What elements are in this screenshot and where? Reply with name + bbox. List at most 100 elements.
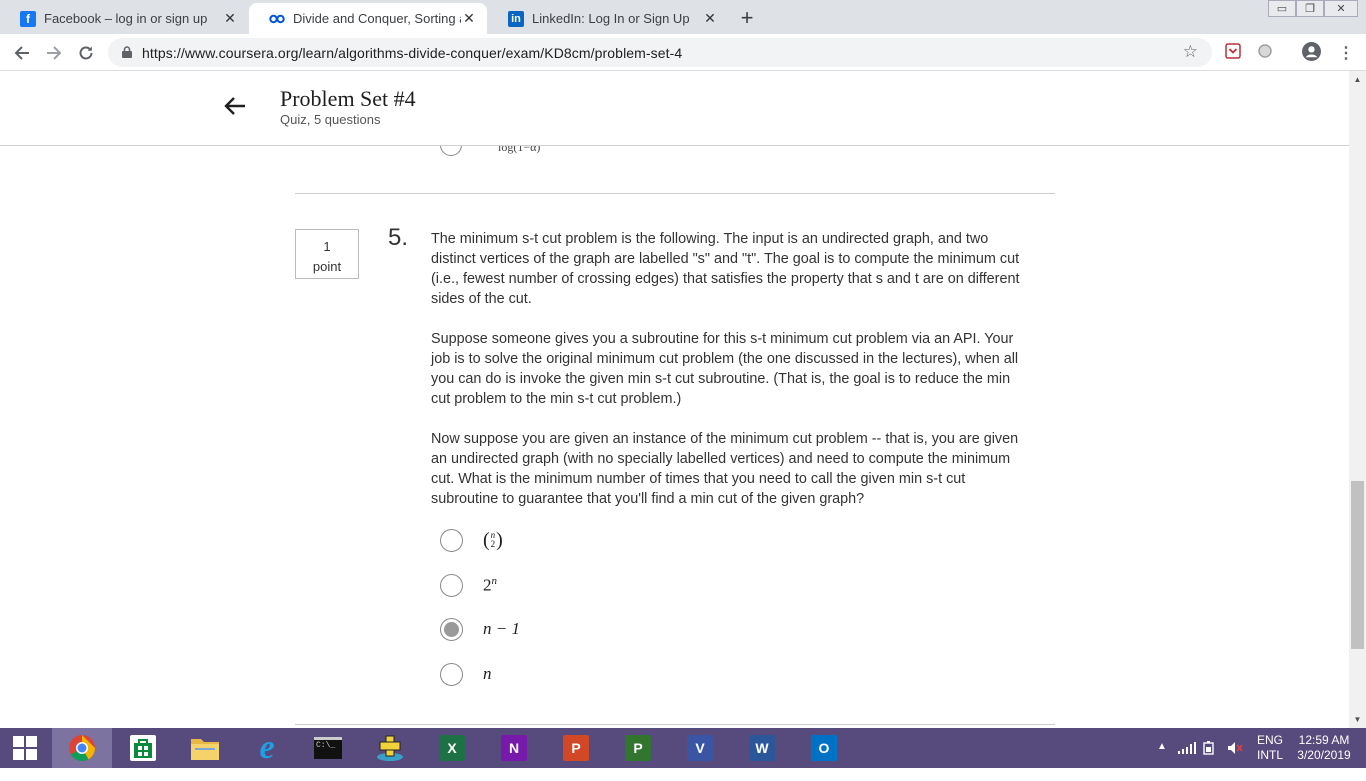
folder-icon [191,739,219,760]
minimize-button[interactable]: ▭ [1268,0,1296,17]
radio-button[interactable] [440,662,463,686]
linkedin-icon: in [508,10,524,27]
back-button[interactable] [8,39,36,67]
answer-option-n-minus-1[interactable]: n − 1 [440,617,520,641]
reload-icon [79,46,93,60]
scroll-thumb[interactable] [1351,481,1364,649]
tab-title: Facebook – log in or sign up [44,11,208,26]
input-language-indicator[interactable]: ENG INTL [1257,733,1283,773]
taskbar-plus-app[interactable] [360,728,420,768]
powerpoint-icon: P [563,735,589,761]
start-button[interactable] [0,728,50,768]
windows-logo-icon [13,736,37,760]
question-text: The minimum s-t cut problem is the follo… [431,229,1021,529]
taskbar-powerpoint[interactable]: P [546,728,606,768]
excel-icon: X [439,735,465,761]
windows-taskbar: e C:\_ X N P P V W O ▲ ENG INTL 12:59 AM… [0,728,1366,768]
word-icon: W [749,735,775,761]
pocket-extension-icon[interactable] [1225,43,1241,59]
volume-muted-icon[interactable] [1227,741,1243,755]
question-divider [295,193,1055,194]
close-tab-icon[interactable]: ✕ [222,10,238,27]
taskbar-outlook[interactable]: O [794,728,854,768]
taskbar-file-explorer[interactable] [175,728,235,768]
question-paragraph: The minimum s-t cut problem is the follo… [431,231,1020,307]
tab-coursera[interactable]: Divide and Conquer, Sorting and Searchin… [249,3,487,34]
chrome-menu-button[interactable]: ⋮ [1332,39,1360,67]
points-unit: point [312,259,342,274]
new-tab-button[interactable]: + [734,5,760,31]
taskbar-word[interactable]: W [732,728,792,768]
internet-explorer-icon: e [259,729,275,766]
answer-option-n[interactable]: n [440,662,492,686]
network-signal-icon[interactable] [1178,742,1196,754]
taskbar-onenote[interactable]: N [484,728,544,768]
close-window-button[interactable]: ✕ [1324,0,1358,17]
clock[interactable]: 12:59 AM 3/20/2019 [1296,733,1352,773]
page-scrollbar[interactable]: ▲ ▼ [1349,71,1366,728]
answer-option-n-choose-2[interactable]: (n 2) [440,528,503,552]
onenote-icon: N [501,735,527,761]
scroll-up-arrow-icon[interactable]: ▲ [1349,71,1366,88]
browser-toolbar: https://www.coursera.org/learn/algorithm… [0,34,1366,71]
lock-icon [122,46,132,58]
outlook-icon: O [811,735,837,761]
close-tab-icon[interactable]: ✕ [461,10,477,27]
previous-question-radio[interactable] [440,146,462,156]
taskbar-store[interactable] [113,728,173,768]
scroll-down-arrow-icon[interactable]: ▼ [1349,711,1366,728]
taskbar-visio[interactable]: V [670,728,730,768]
power-exponent: n [491,574,498,587]
clock-time: 12:59 AM [1298,733,1350,747]
answer-option-2-power-n[interactable]: 2n [440,573,497,597]
tab-facebook[interactable]: f Facebook – log in or sign up ✕ [0,3,248,34]
question-number: 5. [388,224,409,251]
forward-arrow-icon [47,46,62,60]
extension-circle-icon[interactable] [1257,43,1273,59]
url-text: https://www.coursera.org/learn/algorithm… [142,45,683,61]
clock-date: 3/20/2019 [1297,748,1351,762]
restore-button[interactable]: ❐ [1296,0,1324,17]
binom-bottom: 2 [490,539,496,549]
points-value: 1 [323,239,331,254]
option-label: n − 1 [483,619,520,638]
close-tab-icon[interactable]: ✕ [702,10,718,27]
browser-tab-strip: f Facebook – log in or sign up ✕ Divide … [0,0,1366,34]
previous-option-fragment: log(1−α) [498,146,541,154]
plus-app-icon [377,735,403,761]
address-bar[interactable]: https://www.coursera.org/learn/algorithm… [108,38,1212,67]
command-prompt-icon: C:\_ [314,737,342,759]
power-base: 2 [483,575,492,595]
tab-linkedin[interactable]: in LinkedIn: Log In or Sign Up ✕ [488,3,728,34]
points-box: 1 point [295,229,359,279]
taskbar-chrome[interactable] [52,728,112,768]
question-paragraph: Suppose someone gives you a subroutine f… [431,331,1019,407]
project-icon: P [625,735,651,761]
question-paragraph: Now suppose you are given an instance of… [431,431,1019,507]
taskbar-project[interactable]: P [608,728,668,768]
page-subtitle: Quiz, 5 questions [280,112,381,127]
option-label: (n 2) [483,528,503,551]
show-hidden-icons-button[interactable]: ▲ [1157,741,1167,781]
battery-icon[interactable] [1203,741,1217,755]
tab-title: LinkedIn: Log In or Sign Up [532,11,690,26]
taskbar-command-prompt[interactable]: C:\_ [298,728,358,768]
chrome-icon [69,735,96,762]
question-divider [295,724,1055,725]
quiz-header: Problem Set #4 Quiz, 5 questions [0,71,1349,146]
taskbar-excel[interactable]: X [422,728,482,768]
profile-avatar-icon[interactable] [1302,42,1321,61]
keyboard-layout: INTL [1257,748,1284,762]
taskbar-internet-explorer[interactable]: e [237,728,297,768]
radio-button[interactable] [440,528,463,552]
forward-button[interactable] [40,39,68,67]
radio-button-selected[interactable] [440,617,463,641]
reload-button[interactable] [72,39,100,67]
back-to-course-arrow-icon[interactable] [222,93,248,119]
page-title: Problem Set #4 [280,86,416,111]
radio-button[interactable] [440,573,463,597]
bookmark-star-icon[interactable]: ☆ [1183,42,1198,62]
quiz-content: log(1−α) 1 point 5. The minimum s-t cut … [0,146,1349,728]
visio-icon: V [687,735,713,761]
tab-title: Divide and Conquer, Sorting and Searchin… [293,11,461,26]
